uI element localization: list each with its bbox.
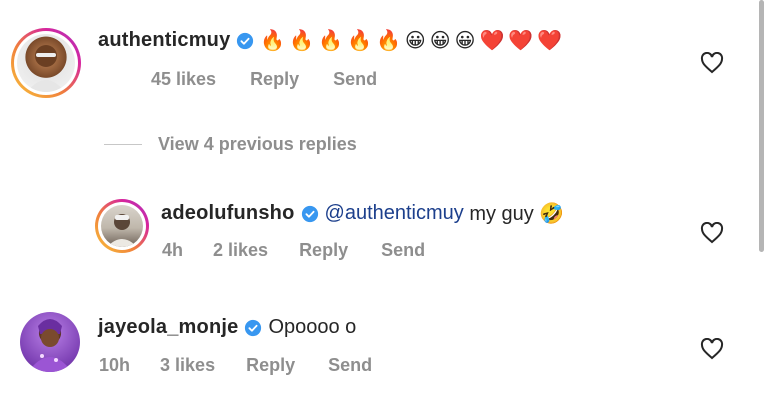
username[interactable]: jayeola_monje <box>98 316 238 339</box>
view-replies-label: View 4 previous replies <box>158 134 357 154</box>
username[interactable]: authenticmuy <box>98 29 230 52</box>
comment-text: 🔥🔥🔥🔥🔥😀😀😀❤️❤️❤️ <box>260 30 567 52</box>
divider-line <box>104 144 142 145</box>
send-button[interactable]: Send <box>328 355 372 376</box>
comment-text: Opoooo o <box>268 316 357 338</box>
send-button[interactable]: Send <box>381 240 425 261</box>
likes-count[interactable]: 45 likes <box>151 69 216 90</box>
username[interactable]: adeolufunsho <box>161 202 295 225</box>
avatar[interactable] <box>11 28 81 98</box>
reply-button[interactable]: Reply <box>299 240 348 261</box>
likes-count[interactable]: 2 likes <box>213 240 268 261</box>
mention-link[interactable]: @authenticmuy <box>325 202 464 225</box>
like-heart-icon[interactable] <box>700 338 724 360</box>
comment-text: my guy 🤣 <box>463 203 565 225</box>
timestamp: 4h <box>162 240 184 260</box>
send-button[interactable]: Send <box>333 69 377 90</box>
verified-badge-icon <box>301 205 318 222</box>
avatar[interactable] <box>95 199 149 253</box>
likes-count[interactable]: 3 likes <box>160 355 215 376</box>
like-heart-icon[interactable] <box>700 52 724 74</box>
view-previous-replies-button[interactable]: View 4 previous replies <box>104 134 357 155</box>
reply-button[interactable]: Reply <box>250 69 299 90</box>
verified-badge-icon <box>245 319 262 336</box>
timestamp: 10h <box>99 355 131 375</box>
avatar[interactable] <box>20 312 80 372</box>
verified-badge-icon <box>237 32 254 49</box>
reply-button[interactable]: Reply <box>246 355 295 376</box>
scrollbar[interactable] <box>759 0 764 252</box>
like-heart-icon[interactable] <box>700 222 724 244</box>
